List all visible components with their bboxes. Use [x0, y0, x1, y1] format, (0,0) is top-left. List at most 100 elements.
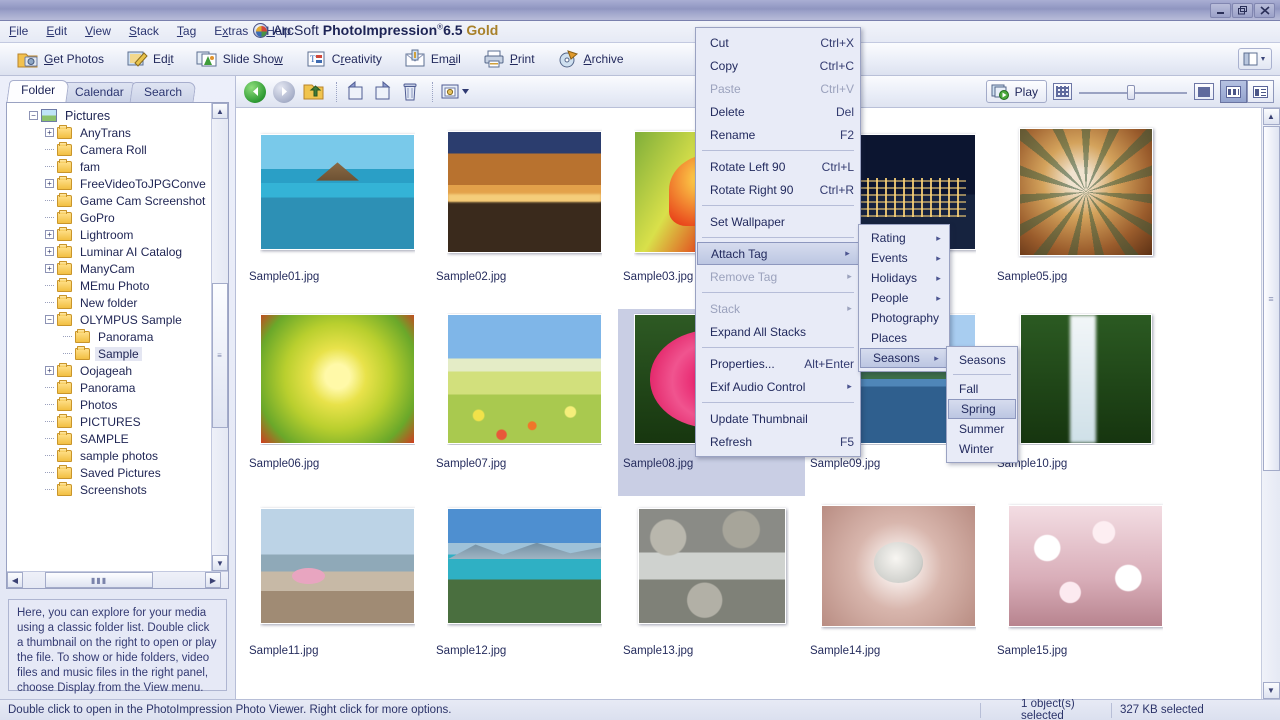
tree-item[interactable]: Sample [7, 345, 211, 362]
menu-item[interactable]: Update Thumbnail [696, 407, 860, 430]
forward-arrow-icon[interactable] [273, 80, 295, 103]
toolbar-get-photos[interactable]: Get Photos [8, 47, 113, 71]
menu-item[interactable]: Properties... Alt+Enter [696, 352, 860, 375]
collapse-icon[interactable]: − [45, 315, 54, 324]
thumbnail-cell[interactable]: Sample14.jpg [805, 496, 992, 683]
thumbnail-image[interactable] [260, 134, 415, 250]
tree-item[interactable]: Photos [7, 396, 211, 413]
tree-item[interactable]: MEmu Photo [7, 277, 211, 294]
menu-item[interactable]: Attach Tag ▸ [697, 242, 859, 265]
menu-item[interactable]: Spring [948, 399, 1016, 419]
zoom-slider-knob[interactable] [1127, 84, 1135, 100]
menu-item[interactable]: Rotate Right 90 Ctrl+R [696, 178, 860, 201]
thumbnail-image[interactable] [821, 505, 976, 627]
tree-item[interactable]: − OLYMPUS Sample [7, 311, 211, 328]
menu-item[interactable]: Exif Audio Control ▸ [696, 375, 860, 398]
menu-item[interactable]: Expand All Stacks [696, 320, 860, 343]
context-submenu-attach-tag[interactable]: Rating ▸ Events ▸ Holidays ▸ People ▸ Photograph… [858, 224, 950, 372]
menu-view[interactable]: View [76, 22, 120, 41]
panel-layout-icon[interactable] [1238, 48, 1272, 70]
rotate-right-icon[interactable] [371, 80, 395, 103]
thumbnail-cell[interactable] [431, 683, 618, 699]
tree-item[interactable]: + Lightroom [7, 226, 211, 243]
menu-extras[interactable]: Extras [205, 22, 257, 41]
tree-item[interactable]: Panorama [7, 328, 211, 345]
small-thumbnail-icon[interactable] [1053, 83, 1072, 100]
menu-item[interactable]: Set Wallpaper [696, 210, 860, 233]
menu-item[interactable]: Rotate Left 90 Ctrl+L [696, 155, 860, 178]
menu-item[interactable]: Fall [947, 379, 1017, 399]
menu-tag[interactable]: Tag [168, 22, 205, 41]
up-one-level-icon[interactable] [302, 81, 326, 103]
tree-item[interactable]: + FreeVideoToJPGConve [7, 175, 211, 192]
context-submenu-seasons[interactable]: Seasons Fall Spring Summer Winter [946, 346, 1018, 463]
grid-scroll-down-button[interactable]: ▼ [1262, 682, 1280, 699]
tree-item[interactable]: Panorama [7, 379, 211, 396]
menu-item[interactable]: Places [859, 328, 949, 348]
menu-item[interactable]: Rename F2 [696, 123, 860, 146]
thumbnail-cell[interactable]: Sample01.jpg [244, 122, 431, 309]
thumbnail-cell[interactable]: Sample05.jpg [992, 122, 1179, 309]
thumbnail-image[interactable] [1018, 128, 1153, 256]
grid-vertical-scrollbar[interactable]: ▲ ≡ ▼ [1261, 108, 1280, 699]
menu-item[interactable]: People ▸ [859, 288, 949, 308]
tree-item[interactable]: sample photos [7, 447, 211, 464]
collapse-icon[interactable]: − [29, 111, 38, 120]
tree-item[interactable]: + ManyCam [7, 260, 211, 277]
tree-hscroll-thumb[interactable]: ▮▮▮ [45, 572, 153, 588]
menu-item[interactable]: Copy Ctrl+C [696, 54, 860, 77]
tree-item[interactable]: − Pictures [7, 107, 211, 124]
toolbar-edit[interactable]: Edit [117, 47, 183, 71]
tab-search[interactable]: Search [129, 82, 197, 102]
expand-icon[interactable]: + [45, 264, 54, 273]
context-menu[interactable]: Cut Ctrl+X Copy Ctrl+C Paste Ctrl+V Delete Del R… [695, 27, 861, 457]
back-arrow-icon[interactable] [244, 80, 266, 103]
thumbnail-cell[interactable] [244, 683, 431, 699]
expand-icon[interactable]: + [45, 179, 54, 188]
trash-icon[interactable] [398, 81, 422, 103]
thumbnail-cell[interactable]: Sample13.jpg [618, 496, 805, 683]
toolbar-email[interactable]: Email [395, 47, 470, 71]
expand-icon[interactable]: + [45, 366, 54, 375]
rotate-left-icon[interactable] [344, 80, 368, 103]
tree-item[interactable]: Saved Pictures [7, 464, 211, 481]
tree-scroll-down-button[interactable]: ▼ [212, 555, 228, 571]
tree-item[interactable]: + AnyTrans [7, 124, 211, 141]
thumbnail-cell[interactable] [805, 683, 992, 699]
expand-icon[interactable]: + [45, 230, 54, 239]
tree-item[interactable]: New folder [7, 294, 211, 311]
thumbnail-image[interactable] [260, 314, 415, 444]
tree-scroll-up-button[interactable]: ▲ [212, 103, 228, 119]
tree-item[interactable]: SAMPLE [7, 430, 211, 447]
tab-folder[interactable]: Folder [6, 80, 70, 102]
thumbnail-cell[interactable]: Sample10.jpg [992, 309, 1179, 496]
menu-item[interactable]: Summer [947, 419, 1017, 439]
thumbnail-cell[interactable] [618, 683, 805, 699]
menu-item[interactable]: Winter [947, 439, 1017, 459]
menu-item[interactable]: Delete Del [696, 100, 860, 123]
tab-calendar[interactable]: Calendar [60, 82, 139, 102]
details-view-icon[interactable] [1247, 80, 1274, 103]
thumbnail-image[interactable] [260, 508, 415, 624]
tree-item[interactable]: GoPro [7, 209, 211, 226]
menu-stack[interactable]: Stack [120, 22, 168, 41]
thumbnail-cell[interactable]: Sample15.jpg [992, 496, 1179, 683]
tree-vertical-scrollbar[interactable]: ▲ ≡ ▼ [211, 103, 228, 571]
thumbnail-cell[interactable]: Sample02.jpg [431, 122, 618, 309]
thumbnail-cell[interactable]: Sample11.jpg [244, 496, 431, 683]
menu-item[interactable]: Seasons ▸ [860, 348, 948, 368]
play-button[interactable]: Play [985, 80, 1047, 103]
tree-item[interactable]: Screenshots [7, 481, 211, 498]
thumbnail-cell[interactable] [992, 683, 1179, 699]
thumbnail-view-icon[interactable] [1220, 80, 1247, 103]
thumbnail-image[interactable] [637, 508, 786, 624]
menu-file[interactable]: File [0, 22, 37, 41]
thumbnail-image[interactable] [447, 508, 602, 624]
menu-item[interactable]: Seasons [947, 350, 1017, 370]
tree-scroll-thumb[interactable]: ≡ [212, 283, 228, 428]
thumbnail-cell[interactable]: Sample07.jpg [431, 309, 618, 496]
tree-item[interactable]: + Oojageah [7, 362, 211, 379]
tree-horizontal-scrollbar[interactable]: ◀ ▮▮▮ ▶ [7, 571, 228, 588]
close-button[interactable] [1254, 2, 1275, 18]
display-options-icon[interactable] [440, 81, 474, 103]
